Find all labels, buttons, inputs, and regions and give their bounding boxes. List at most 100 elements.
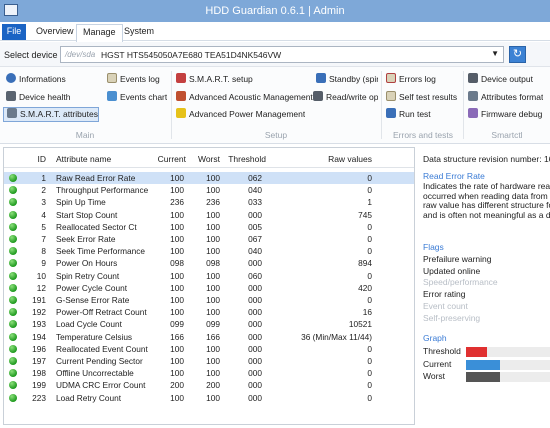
cell-raw-value: 0 <box>367 270 372 281</box>
chart-icon <box>107 91 117 101</box>
tab-system[interactable]: System <box>118 24 160 40</box>
table-row[interactable]: 3 Spin Up Time 236 236 033 1 <box>4 196 414 208</box>
table-row[interactable]: 9 Power On Hours 098 098 000 894 <box>4 257 414 269</box>
power-management-button[interactable]: Advanced Power Management <box>176 107 305 122</box>
firmware-debug-button[interactable]: Firmware debug <box>468 107 542 122</box>
table-row[interactable]: 223 Load Retry Count 100 100 000 0 <box>4 392 414 404</box>
health-icon <box>6 91 16 101</box>
device-bar: Select device /dev/sda HGST HTS545050A7E… <box>0 42 550 67</box>
output-icon <box>468 73 478 83</box>
device-select[interactable]: /dev/sda HGST HTS545050A7E680 TEA51D4NK5… <box>60 46 504 63</box>
cell-id: 3 <box>41 197 46 208</box>
smart-attributes-button[interactable]: S.M.A.R.T. attributes <box>3 107 99 122</box>
attribute-title: Read Error Rate <box>423 171 485 181</box>
attribute-description: Indicates the rate of hardware read erro… <box>423 181 550 220</box>
cell-worst: 100 <box>206 356 220 366</box>
cell-current: 100 <box>170 185 184 196</box>
column-header-id[interactable]: ID <box>32 154 47 164</box>
column-header-worst[interactable]: Worst <box>194 154 220 164</box>
table-row[interactable]: 193 Load Cycle Count 099 099 000 10521 <box>4 318 414 330</box>
speaker-icon <box>176 91 186 101</box>
cell-attribute: Spin Up Time <box>56 197 106 208</box>
device-health-button[interactable]: Device health <box>6 90 71 105</box>
informations-button[interactable]: Informations <box>6 72 66 87</box>
status-ok-icon <box>9 198 17 207</box>
cell-attribute: G-Sense Error Rate <box>56 295 130 305</box>
group-label-setup: Setup <box>264 130 288 140</box>
table-row[interactable]: 192 Power-Off Retract Count 100 100 000 16 <box>4 306 414 318</box>
lightning-icon <box>176 108 186 118</box>
title-bar: HDD Guardian 0.6.1 | Admin <box>0 0 550 22</box>
standby-button[interactable]: Standby (spin <box>316 72 378 87</box>
status-ok-icon <box>9 235 17 243</box>
group-label-errors: Errors and tests <box>393 130 453 140</box>
ribbon-separator <box>381 71 382 139</box>
ribbon-separator <box>171 71 172 139</box>
cell-threshold: 000 <box>248 282 262 293</box>
cell-raw-value: 10521 <box>348 319 372 330</box>
table-row[interactable]: 197 Current Pending Sector 100 100 000 0 <box>4 355 414 367</box>
table-row[interactable]: 10 Spin Retry Count 100 100 060 0 <box>4 270 414 282</box>
table-row[interactable]: 2 Throughput Performance 100 100 040 0 <box>4 184 414 196</box>
cell-current: 100 <box>170 368 184 379</box>
self-test-results-button[interactable]: Self test results <box>386 90 457 105</box>
table-row[interactable]: 5 Reallocated Sector Ct 100 100 005 0 <box>4 221 414 233</box>
run-test-button[interactable]: Run test <box>386 107 431 122</box>
table-row[interactable]: 199 UDMA CRC Error Count 200 200 000 0 <box>4 379 414 391</box>
device-output-button[interactable]: Device output <box>468 72 533 87</box>
cell-attribute: Start Stop Count <box>56 209 118 220</box>
cell-threshold: 000 <box>248 209 262 220</box>
cell-id: 4 <box>41 209 46 220</box>
smart-setup-button[interactable]: S.M.A.R.T. setup <box>176 72 253 87</box>
acoustic-management-button[interactable]: Advanced Acoustic Management <box>176 90 313 105</box>
cell-raw-value: 0 <box>367 368 372 379</box>
table-row[interactable]: 4 Start Stop Count 100 100 000 745 <box>4 209 414 221</box>
column-header-current[interactable]: Current <box>154 154 186 164</box>
column-header-threshold[interactable]: Threshold <box>226 154 266 164</box>
read-write-button[interactable]: Read/write op <box>313 90 378 105</box>
cell-attribute: Current Pending Sector <box>56 356 143 366</box>
errors-log-button[interactable]: Errors log <box>386 72 436 87</box>
events-log-button[interactable]: Events log <box>107 72 160 87</box>
cell-threshold: 033 <box>248 197 262 208</box>
cell-attribute: Power Cycle Count <box>56 282 128 293</box>
status-ok-icon <box>9 320 17 329</box>
cell-worst: 100 <box>206 209 220 220</box>
table-row[interactable]: 194 Temperature Celsius 166 166 000 36 (Min/M… <box>4 331 414 343</box>
select-device-label: Select device <box>4 50 58 60</box>
refresh-button[interactable]: ↻ <box>509 46 526 63</box>
attributes-table[interactable]: ID Attribute name Current Worst Threshol… <box>3 147 415 425</box>
cell-id: 7 <box>41 234 46 244</box>
table-row[interactable]: 191 G-Sense Error Rate 100 100 000 0 <box>4 294 414 306</box>
results-icon <box>386 91 396 101</box>
status-ok-icon <box>9 283 17 292</box>
table-row[interactable]: 8 Seek Time Performance 100 100 040 0 <box>4 245 414 257</box>
graph-label: Current <box>423 358 452 369</box>
graph-bar-fill <box>466 347 488 357</box>
revision-number: Data structure revision number: 16 <box>423 154 550 164</box>
events-chart-button[interactable]: Events chart <box>107 90 167 105</box>
standby-icon <box>316 73 326 83</box>
table-row[interactable]: 1 Raw Read Error Rate 100 100 062 0 <box>4 172 414 184</box>
tab-file[interactable]: File <box>2 24 26 40</box>
tab-overview[interactable]: Overview <box>30 24 80 40</box>
table-row[interactable]: 196 Reallocated Event Count 100 100 000 0 <box>4 343 414 355</box>
table-row[interactable]: 7 Seek Error Rate 100 100 067 0 <box>4 233 414 245</box>
cell-id: 5 <box>41 221 46 232</box>
cell-threshold: 000 <box>248 258 262 269</box>
table-row[interactable]: 198 Offline Uncorrectable 100 100 000 0 <box>4 367 414 379</box>
cell-threshold: 062 <box>248 173 262 183</box>
cell-current: 100 <box>170 246 184 257</box>
column-header-raw-values[interactable]: Raw values <box>304 154 372 164</box>
menu-bar: File Overview Manage System <box>0 22 550 42</box>
table-row[interactable]: 12 Power Cycle Count 100 100 000 420 <box>4 282 414 294</box>
tab-manage[interactable]: Manage <box>76 24 123 42</box>
cell-attribute: Power On Hours <box>56 258 118 269</box>
cell-id: 8 <box>41 246 46 257</box>
cell-current: 100 <box>170 307 184 318</box>
column-header-attribute[interactable]: Attribute name <box>56 154 111 164</box>
cell-current: 100 <box>170 173 184 183</box>
cell-raw-value: 0 <box>367 173 372 183</box>
attributes-format-button[interactable]: Attributes format <box>468 90 543 105</box>
status-ok-icon <box>9 393 17 402</box>
